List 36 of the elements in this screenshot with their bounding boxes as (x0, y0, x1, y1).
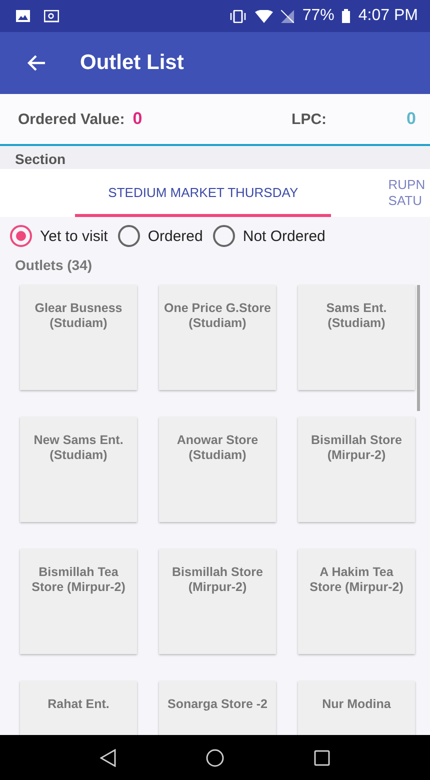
outlet-card[interactable]: Sams Ent. (Studiam) (298, 285, 415, 390)
no-sim-icon (281, 10, 294, 22)
back-icon[interactable] (100, 748, 116, 766)
outlet-card[interactable]: Bismillah Tea Store (Mirpur-2) (20, 549, 137, 654)
ordered-value-label: Ordered Value: (18, 110, 125, 128)
back-arrow-icon (26, 54, 46, 72)
section-label: Section (0, 146, 430, 169)
recents-icon[interactable] (314, 750, 330, 766)
lpc-value: 0 (406, 109, 416, 129)
gallery-icon (16, 10, 30, 22)
battery-icon (342, 9, 350, 23)
filter-radio[interactable]: Yet to visit (10, 225, 108, 247)
outlet-card[interactable]: New Sams Ent. (Studiam) (20, 417, 137, 522)
outlet-card[interactable]: Anowar Store (Studiam) (159, 417, 276, 522)
clock: 4:07 PM (358, 7, 418, 25)
outlet-card[interactable]: Nur Modina (298, 681, 415, 735)
filter-radio[interactable]: Ordered (118, 225, 203, 247)
outlet-card[interactable]: Rahat Ent. (20, 681, 137, 735)
wifi-icon (255, 10, 274, 22)
outlet-card[interactable]: Glear Busness (Studiam) (20, 285, 137, 390)
outlet-card[interactable]: Bismillah Store (Mirpur-2) (159, 549, 276, 654)
outlet-card[interactable]: Bismillah Store (Mirpur-2) (298, 417, 415, 522)
screen-title: Outlet List (80, 51, 184, 75)
outlet-card[interactable]: A Hakim Tea Store (Mirpur-2) (298, 549, 415, 654)
outlets-count: Outlets (34) (14, 256, 94, 275)
section-tab[interactable]: STEDIUM MARKET THURSDAY (75, 169, 332, 217)
outlet-card[interactable]: Sonarga Store -2 (159, 681, 276, 735)
section-tab[interactable]: RUPN SATU (388, 169, 430, 217)
vibrate-icon (229, 10, 248, 22)
outlet-card[interactable]: One Price G.Store (Studiam) (159, 285, 276, 390)
lpc-label: LPC: (292, 110, 327, 128)
ordered-value: 0 (132, 109, 142, 129)
battery-percent: 77% (302, 7, 334, 25)
filter-radio[interactable]: Not Ordered (212, 225, 326, 247)
safe-icon (44, 10, 59, 22)
home-icon[interactable] (206, 748, 224, 766)
